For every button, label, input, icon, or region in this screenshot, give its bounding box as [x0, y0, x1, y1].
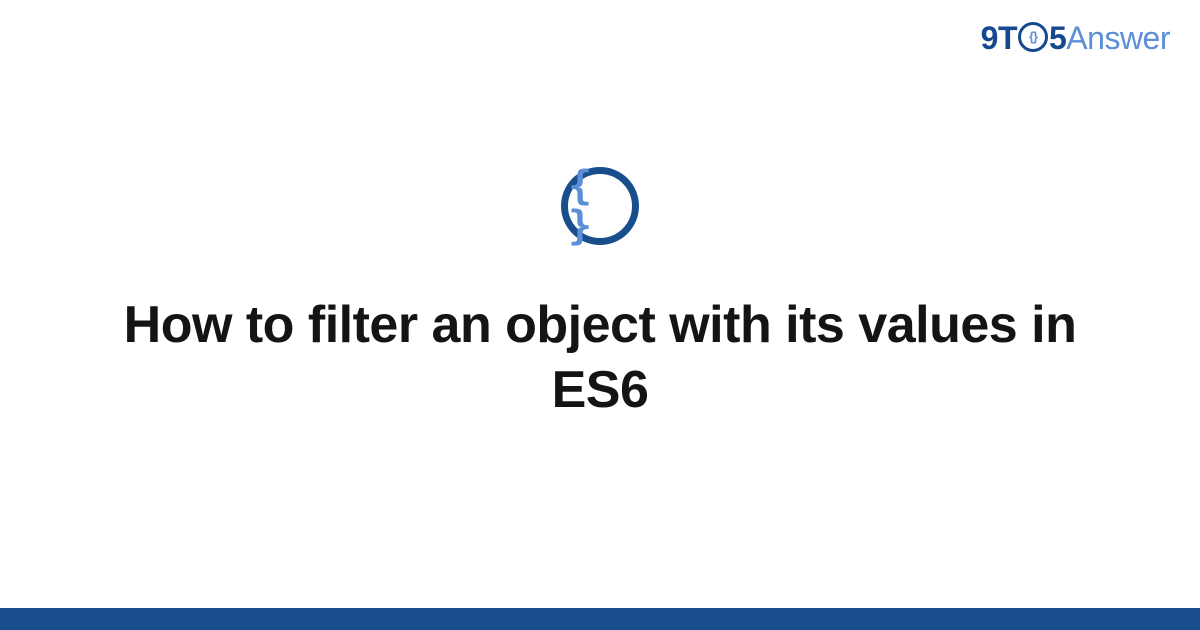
braces-icon: { }: [568, 166, 632, 246]
main-content: { } How to filter an object with its val…: [0, 0, 1200, 630]
footer-accent-bar: [0, 608, 1200, 630]
page-title: How to filter an object with its values …: [100, 293, 1100, 423]
topic-icon-circle: { }: [561, 167, 639, 245]
